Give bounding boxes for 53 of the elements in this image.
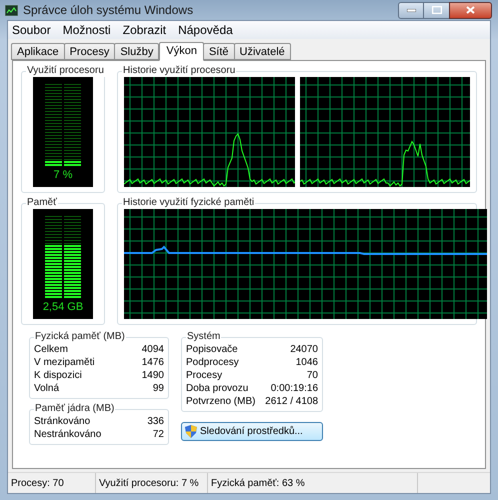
- stat-label: K dispozici: [34, 369, 82, 382]
- status-text: Procesy: 70: [11, 476, 64, 490]
- stat-value: 24070: [290, 343, 318, 356]
- tab[interactable]: Aplikace: [11, 43, 65, 60]
- stat-value: 99: [152, 382, 164, 395]
- stat-value: 1046: [296, 356, 318, 369]
- stat-value: 1476: [142, 356, 164, 369]
- menu-item[interactable]: Soubor: [12, 21, 51, 39]
- stat-label: Volná: [34, 382, 60, 395]
- stat-value: 4094: [142, 343, 164, 356]
- close-button[interactable]: [449, 2, 492, 18]
- status-text: Využití procesoru: 7 %: [99, 476, 199, 490]
- stat-value: 336: [147, 415, 164, 428]
- stat-value: 70: [306, 369, 318, 382]
- maximize-button[interactable]: [424, 2, 449, 18]
- tab[interactable]: Sítě: [202, 43, 235, 60]
- menu-item[interactable]: Možnosti: [62, 21, 111, 39]
- app-icon: [5, 4, 18, 16]
- stat-value: 0:00:19:16: [270, 382, 318, 395]
- meter-reading: 2,54 GB: [42, 302, 84, 313]
- stat-label: Podprocesy: [186, 356, 239, 369]
- tab[interactable]: Výkon: [159, 42, 204, 61]
- resource-monitor-button[interactable]: Sledování prostředků...: [181, 422, 323, 441]
- group-title: Systém: [186, 331, 222, 343]
- group-title: Fyzická paměť (MB): [34, 331, 126, 343]
- menu-item[interactable]: Zobrazit: [122, 21, 166, 39]
- minimize-icon: [406, 8, 416, 12]
- group-title: Historie využití procesoru: [122, 65, 236, 77]
- status-text: Fyzická paměť: 63 %: [211, 476, 305, 490]
- group-title: Využití procesoru: [26, 65, 105, 77]
- tab[interactable]: Uživatelé: [234, 43, 291, 60]
- stat-label: Popisovače: [186, 343, 238, 356]
- stat-label: Nestránkováno: [34, 428, 102, 441]
- maximize-icon: [432, 6, 442, 14]
- stat-value: 2612 / 4108: [265, 395, 318, 408]
- close-icon: [466, 6, 475, 14]
- tab[interactable]: Služby: [114, 43, 160, 60]
- stat-label: Potvrzeno (MB): [186, 395, 256, 408]
- shield-icon: [185, 425, 197, 438]
- stat-label: Celkem: [34, 343, 68, 356]
- menu-item[interactable]: Nápověda: [178, 21, 233, 39]
- stat-label: Doba provozu: [186, 382, 248, 395]
- stat-label: Procesy: [186, 369, 222, 382]
- meter-reading: 7 %: [54, 170, 72, 181]
- group-title: Historie využití fyzické paměti: [122, 197, 256, 209]
- group-title: Paměť jádra (MB): [34, 403, 116, 415]
- stat-label: V mezipaměti: [34, 356, 95, 369]
- window-title: Správce úloh systému Windows: [23, 2, 194, 19]
- tab[interactable]: Procesy: [64, 43, 116, 60]
- stat-value: 1490: [142, 369, 164, 382]
- stat-value: 72: [152, 428, 164, 441]
- stat-label: Stránkováno: [34, 415, 90, 428]
- minimize-button[interactable]: [398, 2, 424, 18]
